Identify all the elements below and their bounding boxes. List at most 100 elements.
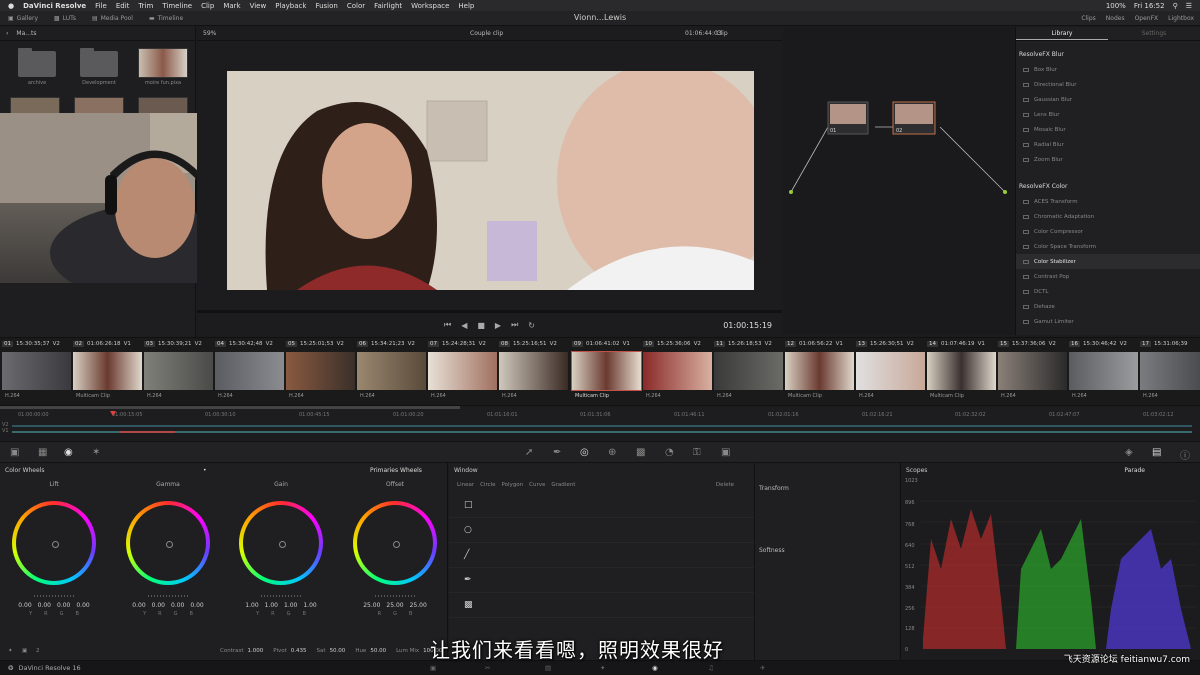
clip-thumbnail[interactable]: 01 15:30:35;37 V2 H.264 bbox=[2, 338, 71, 404]
clip-thumbnail[interactable]: 11 15:26:18;53 V2 H.264 bbox=[714, 338, 783, 404]
curve-tool[interactable]: Curve bbox=[529, 482, 545, 488]
wheel-lift[interactable]: Lift 0.00 0.00 0.00 0.00 YRGB bbox=[10, 481, 98, 617]
polygon-tool[interactable]: Polygon bbox=[502, 482, 524, 488]
menu-file[interactable]: File bbox=[95, 2, 107, 10]
menu-playback[interactable]: Playback bbox=[275, 2, 306, 10]
first-frame-icon[interactable]: ⏮ bbox=[444, 320, 451, 330]
curves-icon[interactable]: ➚ bbox=[525, 447, 533, 458]
window-polygon[interactable]: ╱ bbox=[449, 543, 754, 568]
mini-timeline[interactable]: 01:00:00:00 01:00:15:05 01:00:30:10 01:0… bbox=[0, 405, 1200, 434]
color-ring[interactable] bbox=[126, 501, 210, 585]
timeline-scrollbar[interactable] bbox=[0, 406, 460, 409]
deliver-page-icon[interactable]: ✈ bbox=[760, 664, 765, 672]
master-slider[interactable] bbox=[148, 595, 188, 597]
color-match-icon[interactable]: ▦ bbox=[38, 447, 47, 458]
sizing-icon[interactable]: ▣ bbox=[721, 447, 730, 458]
fx-contrast-pop[interactable]: Contrast Pop bbox=[1016, 269, 1200, 284]
clip-thumbnail-selected[interactable]: 09 01:06:41:02 V1 Multicam Clip bbox=[571, 338, 642, 404]
scrubber-bar[interactable] bbox=[197, 310, 782, 313]
master-slider[interactable] bbox=[34, 595, 74, 597]
color-ring[interactable] bbox=[12, 501, 96, 585]
cut-page-icon[interactable]: ✂ bbox=[485, 664, 490, 672]
back-icon[interactable]: ‹ bbox=[6, 30, 8, 37]
hue-value[interactable]: 50.00 bbox=[370, 648, 386, 654]
last-frame-icon[interactable]: ⏭ bbox=[511, 320, 518, 330]
node-label[interactable]: 01 bbox=[830, 128, 836, 134]
fx-box-blur[interactable]: Box Blur bbox=[1016, 62, 1200, 77]
fx-directional-blur[interactable]: Directional Blur bbox=[1016, 77, 1200, 92]
saturation-value[interactable]: 50.00 bbox=[330, 648, 346, 654]
window-linear[interactable]: □ bbox=[449, 493, 754, 518]
window-circle[interactable]: ○ bbox=[449, 518, 754, 543]
fx-aces-transform[interactable]: ACES Transform bbox=[1016, 194, 1200, 209]
video-frame[interactable] bbox=[227, 71, 754, 290]
clip-name[interactable]: Couple clip bbox=[470, 30, 503, 37]
menu-view[interactable]: View bbox=[250, 2, 267, 10]
menu-help[interactable]: Help bbox=[458, 2, 474, 10]
scopes-icon[interactable]: ▤ bbox=[1152, 447, 1161, 458]
fx-gaussian-blur[interactable]: Gaussian Blur bbox=[1016, 92, 1200, 107]
delete-button[interactable]: Delete bbox=[716, 482, 734, 488]
magic-mask-icon[interactable]: ▩ bbox=[636, 447, 645, 458]
clip-thumbnail[interactable]: 02 01:06:26:18 V1 Multicam Clip bbox=[73, 338, 142, 404]
blur-icon[interactable]: ◔ bbox=[665, 447, 674, 458]
wheels-mode-select[interactable]: Primaries Wheels bbox=[370, 467, 422, 474]
fx-gamut-limiter[interactable]: Gamut Limiter bbox=[1016, 314, 1200, 329]
rgb-mixer-icon[interactable]: ✶ bbox=[92, 447, 100, 458]
menu-edit[interactable]: Edit bbox=[116, 2, 130, 10]
clip-thumbnail[interactable]: 12 01:06:56:22 V1 Multicam Clip bbox=[785, 338, 854, 404]
auto-balance-icon[interactable]: ✦ bbox=[8, 648, 13, 654]
menu-workspace[interactable]: Workspace bbox=[411, 2, 449, 10]
fx-chromatic-adaptation[interactable]: Chromatic Adaptation bbox=[1016, 209, 1200, 224]
tab-settings[interactable]: Settings bbox=[1108, 27, 1200, 40]
clip-thumbnail[interactable]: 06 15:34:21;23 V2 H.264 bbox=[357, 338, 426, 404]
folder-development[interactable] bbox=[80, 48, 118, 77]
clip-thumbnail[interactable]: 04 15:30:42;48 V2 H.264 bbox=[215, 338, 284, 404]
section-blur[interactable]: ResolveFX Blur bbox=[1016, 47, 1200, 62]
fx-color-stabilizer[interactable]: Color Stabilizer bbox=[1016, 254, 1200, 269]
fx-zoom-blur[interactable]: Zoom Blur bbox=[1016, 152, 1200, 167]
page-number[interactable]: 2 bbox=[36, 648, 40, 654]
clip-thumbnail[interactable]: 10 15:25:36;06 V2 H.264 bbox=[643, 338, 712, 404]
fx-dehaze[interactable]: Dehaze bbox=[1016, 299, 1200, 314]
circle-tool[interactable]: Circle bbox=[480, 482, 495, 488]
fx-color-compressor[interactable]: Color Compressor bbox=[1016, 224, 1200, 239]
clip-thumbnail[interactable]: 15 15:37:36;06 V2 H.264 bbox=[998, 338, 1067, 404]
menu-clip[interactable]: Clip bbox=[201, 2, 214, 10]
folder-path[interactable]: Ma...ts bbox=[16, 30, 36, 37]
play-icon[interactable]: ▶ bbox=[495, 321, 501, 330]
color-ring[interactable] bbox=[239, 501, 323, 585]
fx-color-space-transform[interactable]: Color Space Transform bbox=[1016, 239, 1200, 254]
node-label[interactable]: 02 bbox=[896, 128, 902, 134]
menu-color[interactable]: Color bbox=[347, 2, 365, 10]
app-menu[interactable]: DaVinci Resolve bbox=[23, 2, 86, 10]
info-icon[interactable]: ◈ bbox=[1125, 447, 1133, 458]
fusion-page-icon[interactable]: ✦ bbox=[600, 664, 605, 672]
master-slider[interactable] bbox=[261, 595, 301, 597]
stop-icon[interactable]: ■ bbox=[477, 321, 485, 330]
color-page-icon[interactable]: ◉ bbox=[652, 664, 658, 672]
pivot-value[interactable]: 0.435 bbox=[291, 648, 307, 654]
media-page-icon[interactable]: ▣ bbox=[430, 664, 436, 672]
gradient-tool[interactable]: Gradient bbox=[551, 482, 575, 488]
apple-icon[interactable]: ● bbox=[8, 2, 14, 10]
qualifier-icon[interactable]: ✒ bbox=[553, 447, 561, 458]
auto-color-icon[interactable]: ▣ bbox=[22, 648, 27, 654]
menu-mark[interactable]: Mark bbox=[223, 2, 240, 10]
fx-radial-blur[interactable]: Radial Blur bbox=[1016, 137, 1200, 152]
contrast-value[interactable]: 1.000 bbox=[248, 648, 264, 654]
folder-archive[interactable] bbox=[18, 48, 56, 77]
menu-trim[interactable]: Trim bbox=[138, 2, 153, 10]
clip-thumbnail[interactable]: 03 15:30:39;21 V2 H.264 bbox=[144, 338, 213, 404]
playhead[interactable] bbox=[110, 411, 116, 416]
linear-tool[interactable]: Linear bbox=[457, 482, 474, 488]
color-wheels-icon[interactable]: ◉ bbox=[64, 447, 73, 458]
clip-thumbnail[interactable]: 07 15:24:28;31 V2 H.264 bbox=[428, 338, 497, 404]
help-icon[interactable]: ⓘ bbox=[1180, 447, 1190, 462]
battery-status[interactable]: 100% bbox=[1106, 2, 1126, 10]
section-color[interactable]: ResolveFX Color bbox=[1016, 179, 1200, 194]
reverse-icon[interactable]: ◀ bbox=[461, 321, 467, 330]
wheel-offset[interactable]: Offset 25.00 25.00 25.00 RGB bbox=[351, 481, 439, 617]
menu-fairlight[interactable]: Fairlight bbox=[374, 2, 402, 10]
fx-mosaic-blur[interactable]: Mosaic Blur bbox=[1016, 122, 1200, 137]
